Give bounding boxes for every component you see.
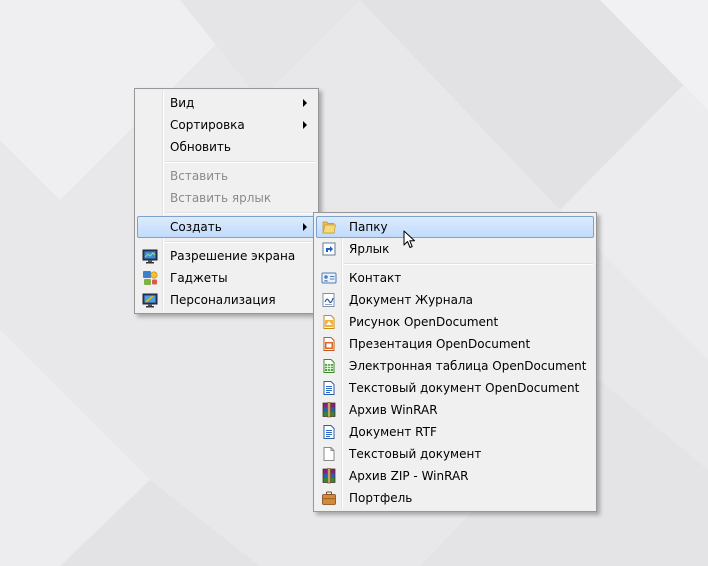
- menu-item-label: Контакт: [349, 271, 402, 285]
- menu-item-label: Персонализация: [170, 293, 276, 307]
- folder-icon: [322, 221, 336, 234]
- menu-item-label: Презентация OpenDocument: [349, 337, 531, 351]
- submenu-arrow-icon: [303, 223, 307, 231]
- menu-item-paste-shortcut: Вставить ярлык: [137, 187, 316, 209]
- submenu-item-zip[interactable]: Архив ZIP - WinRAR: [316, 465, 594, 487]
- menu-item-label: Текстовый документ OpenDocument: [349, 381, 580, 395]
- odp-icon: [323, 337, 335, 351]
- submenu-item-folder[interactable]: Папку: [316, 216, 594, 238]
- menu-separator: [344, 263, 593, 265]
- menu-separator: [165, 241, 315, 243]
- odg-icon: [323, 315, 335, 329]
- submenu-item-odt[interactable]: Текстовый документ OpenDocument: [316, 377, 594, 399]
- menu-item-paste: Вставить: [137, 165, 316, 187]
- zip-icon: [322, 468, 336, 484]
- menu-item-label: Документ RTF: [349, 425, 437, 439]
- shortcut-icon: [322, 242, 336, 256]
- rtf-icon: [323, 425, 335, 439]
- menu-item-refresh[interactable]: Обновить: [137, 136, 316, 158]
- menu-item-personalization[interactable]: Персонализация: [137, 289, 316, 311]
- submenu-arrow-icon: [303, 99, 307, 107]
- journal-icon: [322, 293, 335, 307]
- submenu-arrow-icon: [303, 121, 307, 129]
- menu-item-view[interactable]: Вид: [137, 92, 316, 114]
- desktop-context-menu: Вид Сортировка Обновить Вставить Вставит…: [134, 88, 319, 314]
- submenu-item-briefcase[interactable]: Портфель: [316, 487, 594, 509]
- menu-item-label: Архив ZIP - WinRAR: [349, 469, 469, 483]
- txt-icon: [323, 447, 335, 461]
- odt-icon: [323, 381, 335, 395]
- winrar-icon: [322, 402, 336, 418]
- menu-item-label: Электронная таблица OpenDocument: [349, 359, 587, 373]
- submenu-item-journal[interactable]: Документ Журнала: [316, 289, 594, 311]
- submenu-item-winrar[interactable]: Архив WinRAR: [316, 399, 594, 421]
- menu-item-label: Вставить ярлык: [170, 191, 272, 205]
- monitor-icon: [142, 249, 158, 264]
- menu-item-label: Ярлык: [349, 242, 390, 256]
- menu-item-screen-resolution[interactable]: Разрешение экрана: [137, 245, 316, 267]
- submenu-item-odg[interactable]: Рисунок OpenDocument: [316, 311, 594, 333]
- submenu-item-contact[interactable]: Контакт: [316, 267, 594, 289]
- ods-icon: [323, 359, 335, 373]
- submenu-item-ods[interactable]: Электронная таблица OpenDocument: [316, 355, 594, 377]
- gadgets-icon: [143, 271, 158, 285]
- menu-item-label: Гаджеты: [170, 271, 228, 285]
- menu-item-label: Текстовый документ: [349, 447, 482, 461]
- submenu-item-rtf[interactable]: Документ RTF: [316, 421, 594, 443]
- menu-item-label: Вид: [170, 96, 195, 110]
- menu-item-label: Обновить: [170, 140, 231, 154]
- mouse-cursor-icon: [403, 230, 415, 248]
- menu-item-label: Портфель: [349, 491, 413, 505]
- menu-item-sort[interactable]: Сортировка: [137, 114, 316, 136]
- menu-item-new[interactable]: Создать: [137, 216, 316, 238]
- menu-item-label: Вставить: [170, 169, 229, 183]
- menu-item-label: Папку: [349, 220, 388, 234]
- menu-separator: [165, 212, 315, 214]
- menu-item-gadgets[interactable]: Гаджеты: [137, 267, 316, 289]
- submenu-item-odp[interactable]: Презентация OpenDocument: [316, 333, 594, 355]
- contact-icon: [321, 272, 337, 284]
- menu-item-label: Создать: [170, 220, 222, 234]
- briefcase-icon: [322, 491, 336, 505]
- menu-item-label: Разрешение экрана: [170, 249, 296, 263]
- menu-item-label: Рисунок OpenDocument: [349, 315, 499, 329]
- menu-separator: [165, 161, 315, 163]
- new-submenu: Папку Ярлык Контакт Документ Журнала Рис…: [313, 212, 597, 512]
- menu-item-label: Архив WinRAR: [349, 403, 438, 417]
- personalization-icon: [142, 293, 158, 308]
- submenu-item-shortcut[interactable]: Ярлык: [316, 238, 594, 260]
- submenu-item-txt[interactable]: Текстовый документ: [316, 443, 594, 465]
- menu-item-label: Сортировка: [170, 118, 245, 132]
- menu-item-label: Документ Журнала: [349, 293, 474, 307]
